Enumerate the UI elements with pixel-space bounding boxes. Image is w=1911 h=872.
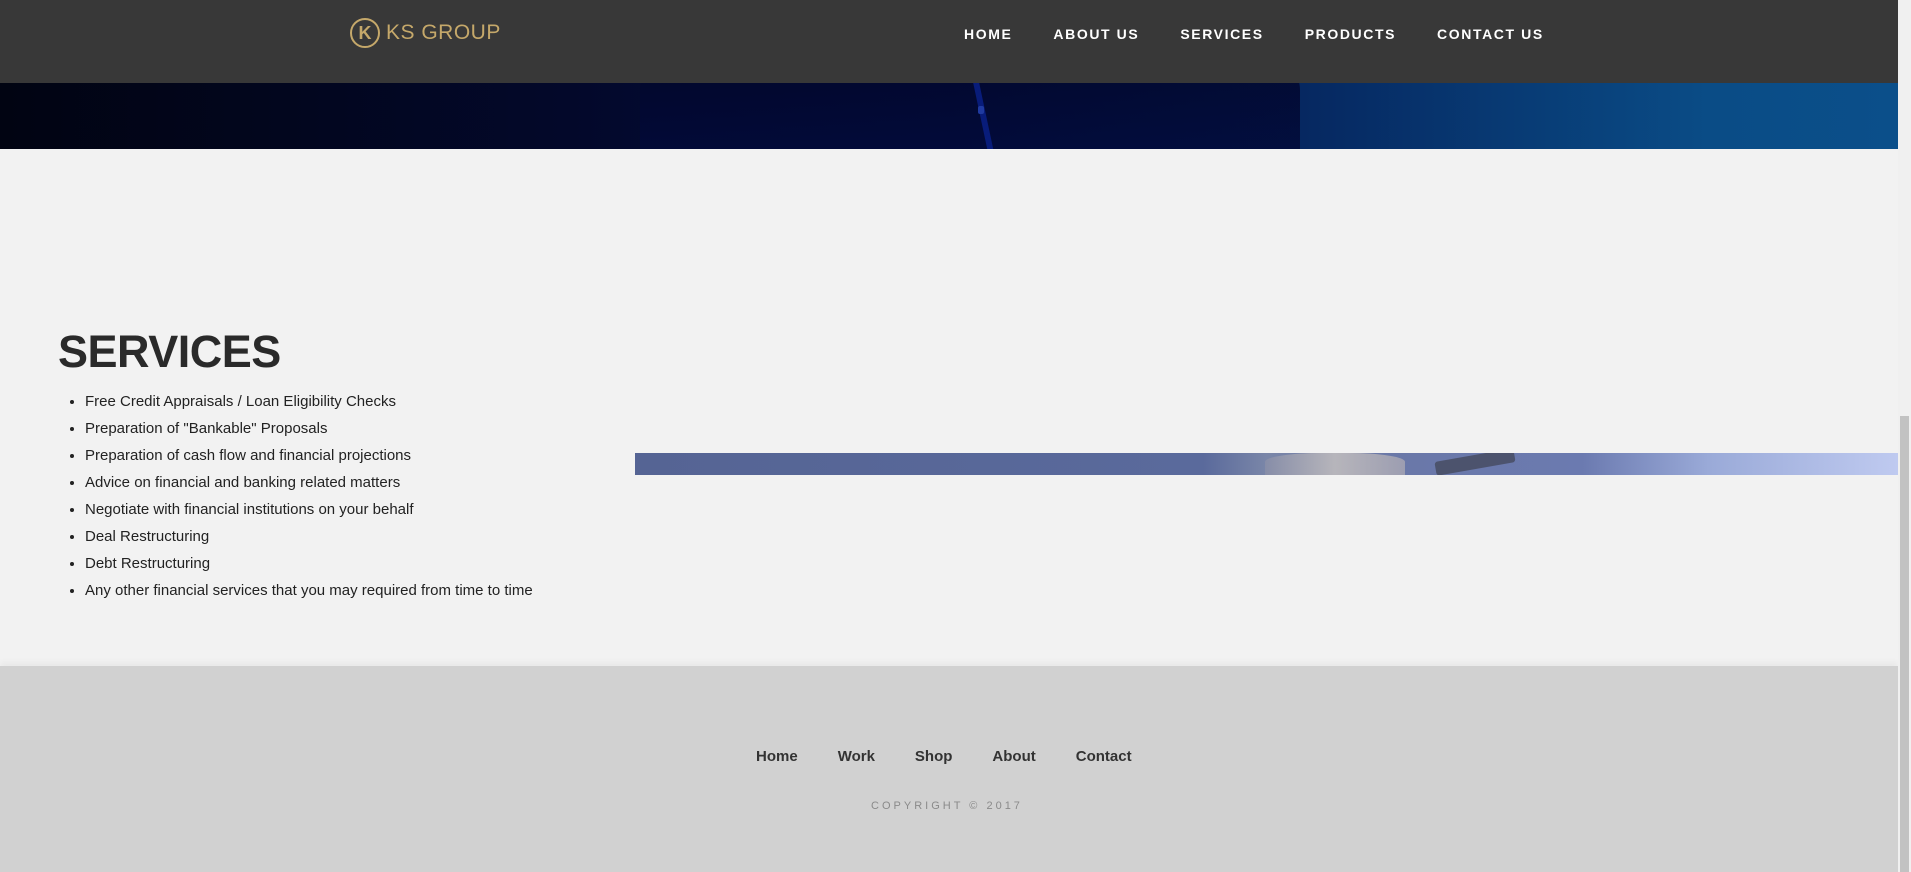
page-scrollbar[interactable] (1898, 0, 1911, 872)
footer-nav: Home Work Shop About Contact (756, 748, 1172, 765)
hero-button-graphic (978, 106, 984, 114)
services-list-item: Negotiate with financial institutions on… (85, 499, 533, 526)
nav-home[interactable]: HOME (964, 26, 1012, 42)
services-title: SERVICES (58, 326, 281, 377)
services-image-device-graphic (1434, 453, 1516, 475)
services-list-item: Preparation of cash flow and financial p… (85, 445, 533, 472)
footer-nav-contact[interactable]: Contact (1076, 748, 1132, 765)
copyright: COPYRIGHT © 2017 (871, 800, 1023, 812)
services-image-hand-graphic (1265, 453, 1405, 475)
nav-about-us[interactable]: ABOUT US (1053, 26, 1139, 42)
services-image (635, 453, 1898, 475)
footer-nav-about[interactable]: About (992, 748, 1035, 765)
footer-nav-work[interactable]: Work (838, 748, 875, 765)
nav-products[interactable]: PRODUCTS (1305, 26, 1396, 42)
services-list-item: Debt Restructuring (85, 553, 533, 580)
scrollbar-thumb[interactable] (1900, 416, 1909, 872)
services-list-item: Any other financial services that you ma… (85, 580, 533, 607)
footer-nav-shop[interactable]: Shop (915, 748, 953, 765)
logo-mark-icon: K (350, 18, 380, 48)
logo-text: KS GROUP (386, 21, 501, 44)
footer-nav-home[interactable]: Home (756, 748, 798, 765)
nav-services[interactable]: SERVICES (1180, 26, 1263, 42)
services-list-item: Free Credit Appraisals / Loan Eligibilit… (85, 391, 533, 418)
site-header: K KS GROUP HOME ABOUT US SERVICES PRODUC… (0, 0, 1898, 83)
services-list-item: Advice on financial and banking related … (85, 472, 533, 499)
logo[interactable]: K KS GROUP (350, 18, 501, 48)
services-list-item: Deal Restructuring (85, 526, 533, 553)
services-list: Free Credit Appraisals / Loan Eligibilit… (58, 391, 533, 607)
site-footer: Home Work Shop About Contact COPYRIGHT ©… (0, 666, 1898, 872)
services-list-item: Preparation of "Bankable" Proposals (85, 418, 533, 445)
main-nav: HOME ABOUT US SERVICES PRODUCTS CONTACT … (964, 26, 1585, 42)
nav-contact-us[interactable]: CONTACT US (1437, 26, 1544, 42)
